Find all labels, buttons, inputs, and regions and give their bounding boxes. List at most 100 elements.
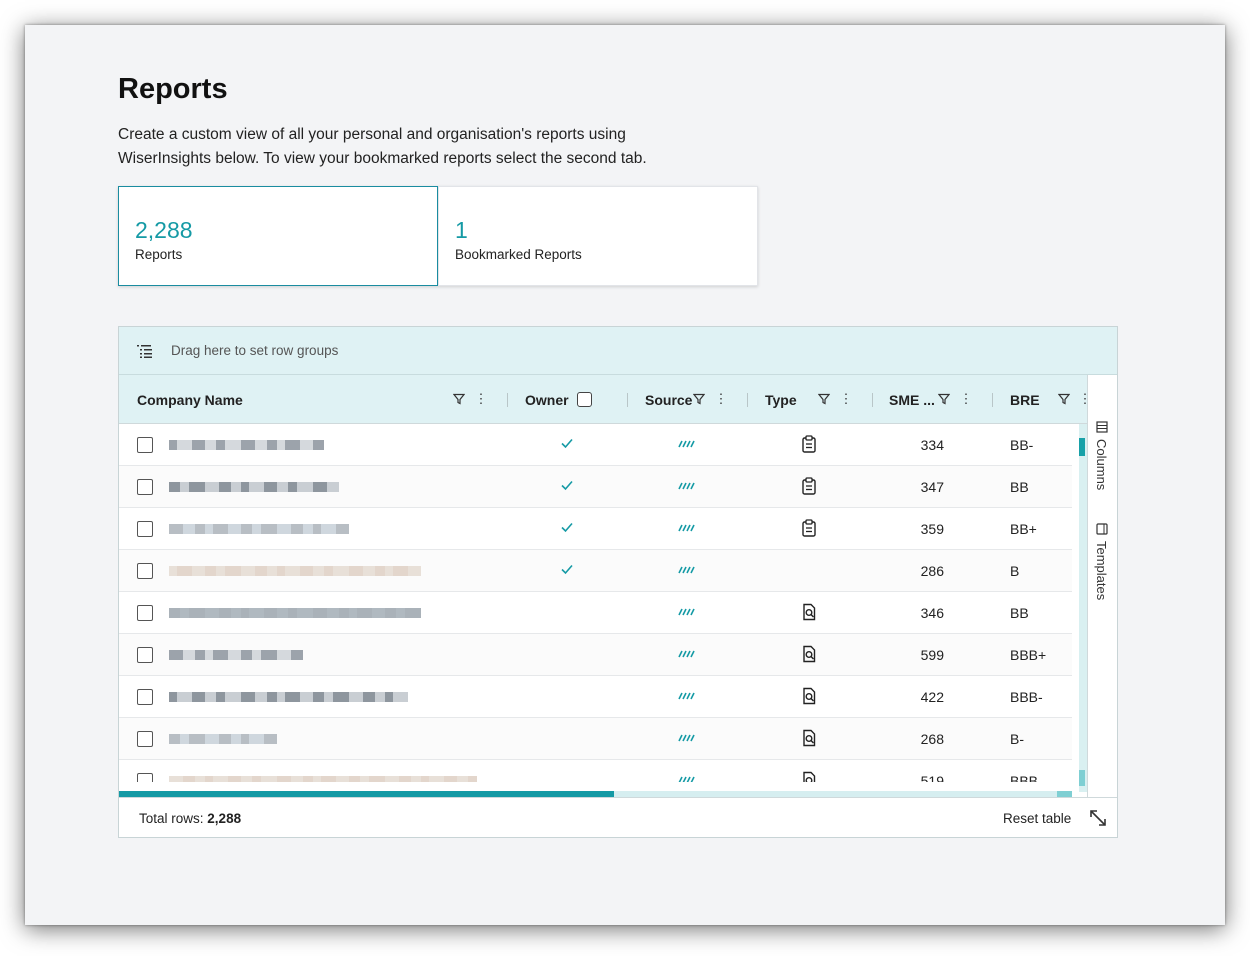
source-icon bbox=[678, 524, 695, 532]
sme-score: 347 bbox=[920, 479, 944, 495]
sme-score: 519 bbox=[920, 773, 944, 782]
owner-check-icon bbox=[561, 480, 573, 491]
bookmarked-count: 1 bbox=[455, 217, 468, 243]
row-checkbox[interactable] bbox=[137, 563, 153, 579]
table-row[interactable]: 599 BBB+ bbox=[119, 634, 1072, 676]
vertical-scrollbar[interactable] bbox=[1079, 424, 1087, 792]
source-icon bbox=[678, 776, 695, 782]
page-title: Reports bbox=[118, 73, 228, 105]
source-icon bbox=[678, 650, 695, 658]
row-checkbox[interactable] bbox=[137, 605, 153, 621]
table-row[interactable]: 347 BB bbox=[119, 466, 1072, 508]
table-row[interactable]: 519 BBB bbox=[119, 760, 1072, 782]
templates-tab-label: Templates bbox=[1094, 541, 1109, 601]
company-name-redacted[interactable] bbox=[169, 734, 277, 744]
owner-check-icon bbox=[561, 564, 573, 575]
company-name-redacted[interactable] bbox=[169, 650, 303, 660]
company-name-redacted[interactable] bbox=[169, 524, 349, 534]
source-icon bbox=[678, 734, 695, 742]
sme-score: 599 bbox=[920, 647, 944, 663]
table-row[interactable]: 359 BB+ bbox=[119, 508, 1072, 550]
templates-icon bbox=[1095, 523, 1108, 535]
tab-bookmarked-reports[interactable]: 1 Bookmarked Reports bbox=[438, 186, 758, 286]
column-header-owner[interactable]: Owner bbox=[525, 375, 592, 424]
row-group-hint: Drag here to set row groups bbox=[171, 343, 339, 358]
expand-icon[interactable] bbox=[1088, 808, 1108, 828]
filter-icon[interactable] bbox=[453, 392, 465, 406]
company-name-redacted[interactable] bbox=[169, 608, 421, 618]
document-search-icon bbox=[803, 603, 816, 621]
vertical-scroll-thumb[interactable] bbox=[1079, 438, 1085, 456]
owner-select-all-checkbox[interactable] bbox=[576, 392, 592, 407]
sme-score: 334 bbox=[920, 437, 944, 453]
column-header-source[interactable]: Source bbox=[645, 375, 692, 424]
column-menu-icon[interactable]: ⋮ bbox=[715, 391, 728, 406]
row-checkbox[interactable] bbox=[137, 689, 153, 705]
company-name-redacted[interactable] bbox=[169, 440, 324, 450]
columns-icon bbox=[1095, 421, 1108, 433]
table-row[interactable]: 334 BB- bbox=[119, 424, 1072, 466]
column-header-bre[interactable]: BRE bbox=[1010, 375, 1040, 424]
column-separator bbox=[627, 393, 628, 407]
column-menu-icon[interactable]: ⋮ bbox=[960, 391, 973, 406]
tab-reports[interactable]: 2,288 Reports bbox=[118, 186, 438, 286]
column-header-sme[interactable]: SME ... bbox=[889, 375, 935, 424]
column-menu-icon[interactable]: ⋮ bbox=[475, 391, 488, 406]
column-header-company-name[interactable]: Company Name bbox=[137, 375, 243, 424]
source-icon bbox=[678, 482, 695, 490]
grid-body: 334 BB- 347 BB 359 BB+ 286 B 346 BB 599 BBB+ 422 BBB-… bbox=[119, 424, 1072, 782]
company-name-redacted[interactable] bbox=[169, 776, 477, 782]
bre-rating: BB- bbox=[1010, 437, 1034, 453]
bre-rating: BB bbox=[1010, 479, 1029, 495]
column-header-type[interactable]: Type bbox=[765, 375, 797, 424]
sme-score: 359 bbox=[920, 521, 944, 537]
company-name-redacted[interactable] bbox=[169, 566, 421, 576]
column-separator bbox=[747, 393, 748, 407]
company-name-redacted[interactable] bbox=[169, 692, 408, 702]
columns-tab[interactable]: Columns bbox=[1094, 421, 1109, 490]
row-checkbox[interactable] bbox=[137, 521, 153, 537]
document-search-icon bbox=[803, 771, 816, 782]
bre-rating: BB bbox=[1010, 605, 1029, 621]
company-name-redacted[interactable] bbox=[169, 482, 339, 492]
column-menu-icon[interactable]: ⋮ bbox=[840, 391, 853, 406]
reset-table-button[interactable]: Reset table bbox=[1003, 811, 1071, 826]
document-search-icon bbox=[803, 645, 816, 663]
owner-check-icon bbox=[561, 522, 573, 533]
table-row[interactable]: 286 B bbox=[119, 550, 1072, 592]
row-checkbox[interactable] bbox=[137, 437, 153, 453]
app-window: Reports Create a custom view of all your… bbox=[25, 25, 1225, 925]
sme-score: 268 bbox=[920, 731, 944, 747]
table-row[interactable]: 346 BB bbox=[119, 592, 1072, 634]
document-search-icon bbox=[803, 687, 816, 705]
total-rows: Total rows: 2,288 bbox=[139, 811, 241, 826]
tool-panel-sidebar: Columns Templates bbox=[1087, 375, 1117, 797]
document-search-icon bbox=[803, 729, 816, 747]
templates-tab[interactable]: Templates bbox=[1094, 523, 1109, 600]
row-checkbox[interactable] bbox=[137, 773, 153, 782]
row-groups-icon bbox=[137, 344, 152, 358]
column-separator bbox=[507, 393, 508, 407]
bookmarked-label: Bookmarked Reports bbox=[455, 247, 582, 262]
sme-score: 346 bbox=[920, 605, 944, 621]
row-checkbox[interactable] bbox=[137, 731, 153, 747]
source-icon bbox=[678, 566, 695, 574]
clipboard-icon bbox=[802, 519, 816, 537]
reports-label: Reports bbox=[135, 247, 183, 262]
grid-header: Company Name ⋮ Owner Source ⋮ Type ⋮ SME… bbox=[119, 375, 1092, 424]
table-row[interactable]: 268 B- bbox=[119, 718, 1072, 760]
row-group-drop-zone[interactable]: Drag here to set row groups bbox=[119, 327, 1117, 375]
filter-icon[interactable] bbox=[693, 392, 705, 406]
owner-check-icon bbox=[561, 438, 573, 449]
source-icon bbox=[678, 608, 695, 616]
filter-icon[interactable] bbox=[1058, 392, 1070, 406]
bre-rating: B- bbox=[1010, 731, 1024, 747]
table-row[interactable]: 422 BBB- bbox=[119, 676, 1072, 718]
filter-icon[interactable] bbox=[938, 392, 950, 406]
filter-icon[interactable] bbox=[818, 392, 830, 406]
row-checkbox[interactable] bbox=[137, 647, 153, 663]
bre-rating: B bbox=[1010, 563, 1020, 579]
reports-grid: Drag here to set row groups Company Name… bbox=[118, 326, 1118, 838]
row-checkbox[interactable] bbox=[137, 479, 153, 495]
bre-rating: BBB+ bbox=[1010, 647, 1047, 663]
